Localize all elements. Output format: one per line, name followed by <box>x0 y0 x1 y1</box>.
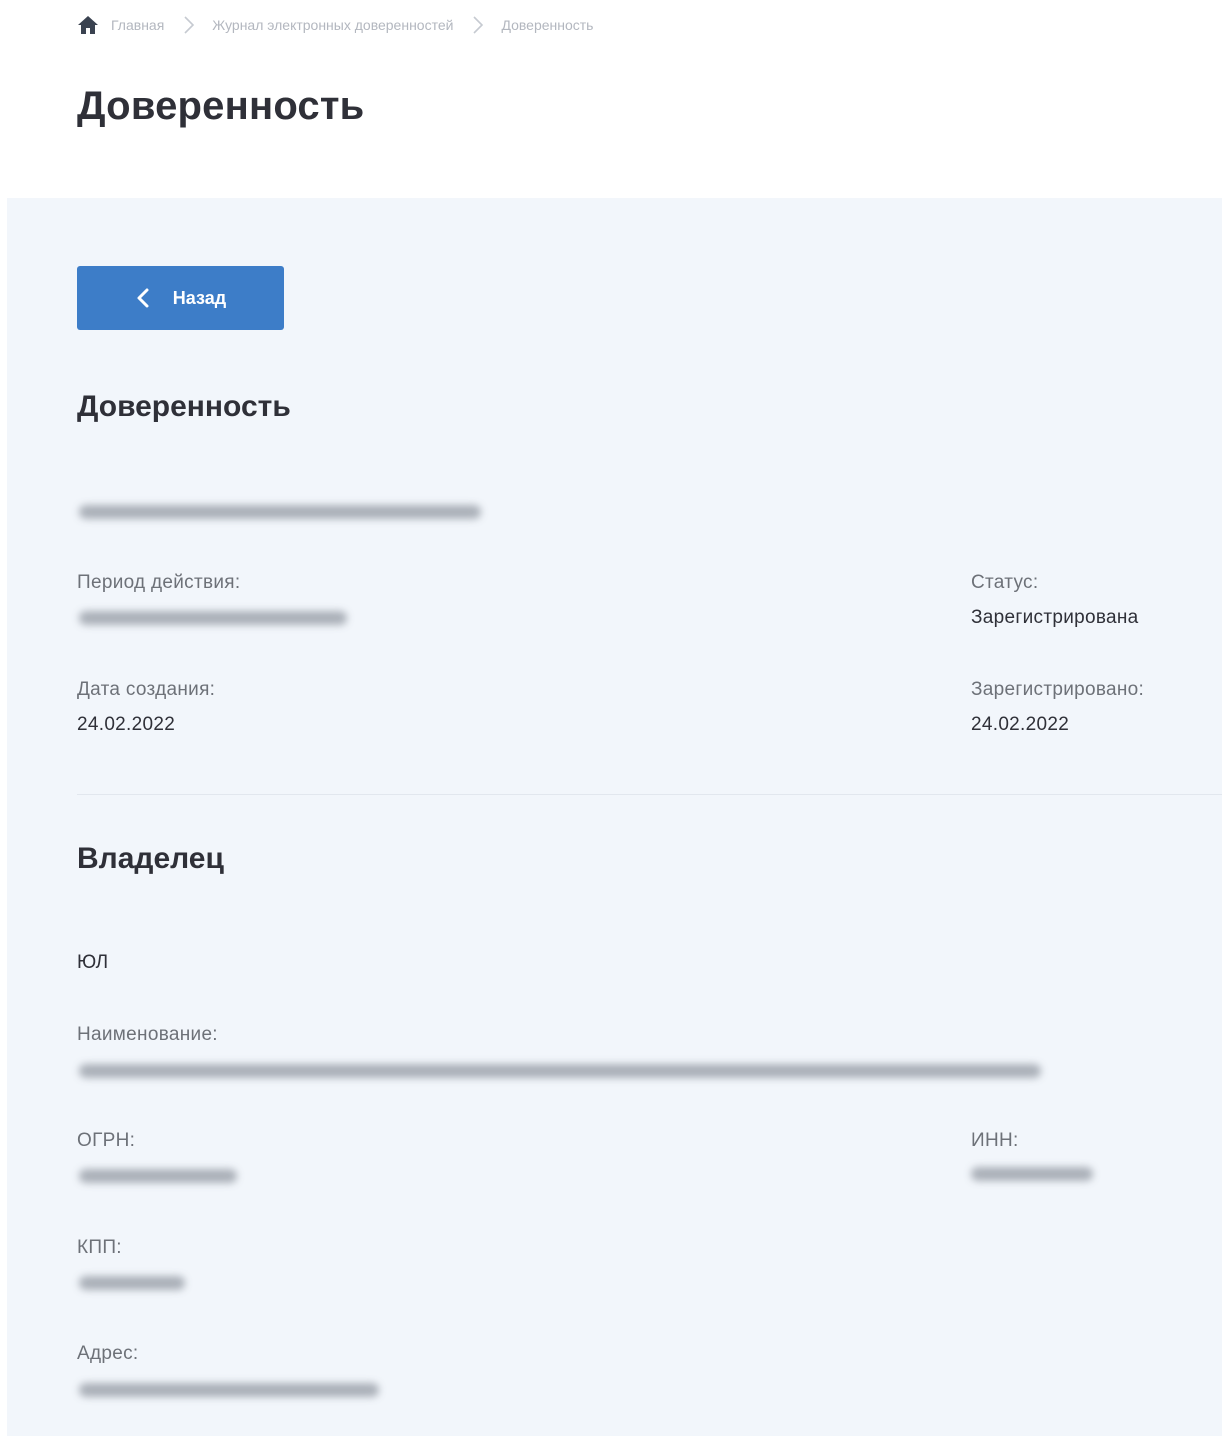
created-value: 24.02.2022 <box>77 714 176 735</box>
back-button[interactable]: Назад <box>77 266 284 330</box>
owner-section-title: Владелец <box>77 842 224 875</box>
breadcrumb-current: Доверенность <box>501 17 594 33</box>
home-icon[interactable] <box>77 14 99 36</box>
ogrn-value-redacted <box>79 1169 237 1183</box>
owner-type: ЮЛ <box>77 952 109 973</box>
back-button-label: Назад <box>172 287 227 308</box>
breadcrumb: Главная Журнал электронных доверенностей… <box>77 14 593 36</box>
period-value-redacted <box>79 611 347 625</box>
breadcrumb-journal-link[interactable]: Журнал электронных доверенностей <box>212 17 453 33</box>
name-value-redacted <box>79 1064 1041 1078</box>
address-label: Адрес: <box>77 1343 139 1364</box>
period-label: Период действия: <box>77 572 241 593</box>
registered-label: Зарегистрировано: <box>971 679 1145 700</box>
chevron-left-icon <box>135 287 151 309</box>
registered-value: 24.02.2022 <box>971 714 1070 735</box>
page-title: Доверенность <box>77 84 365 128</box>
created-label: Дата создания: <box>77 679 216 700</box>
kpp-label: КПП: <box>77 1237 122 1258</box>
poa-number-redacted <box>79 505 481 519</box>
name-label: Наименование: <box>77 1024 218 1045</box>
inn-value-redacted <box>971 1167 1093 1181</box>
chevron-right-icon <box>471 14 485 36</box>
breadcrumb-home-link[interactable]: Главная <box>111 17 164 33</box>
content-panel: Назад Доверенность Период действия: Стат… <box>7 198 1222 1436</box>
section-divider <box>77 794 1222 795</box>
status-label: Статус: <box>971 572 1039 593</box>
address-value-redacted <box>79 1383 379 1397</box>
chevron-right-icon <box>182 14 196 36</box>
ogrn-label: ОГРН: <box>77 1130 136 1151</box>
poa-section-title: Доверенность <box>77 390 291 423</box>
inn-label: ИНН: <box>971 1130 1019 1151</box>
kpp-value-redacted <box>79 1276 185 1290</box>
status-value: Зарегистрирована <box>971 607 1139 628</box>
